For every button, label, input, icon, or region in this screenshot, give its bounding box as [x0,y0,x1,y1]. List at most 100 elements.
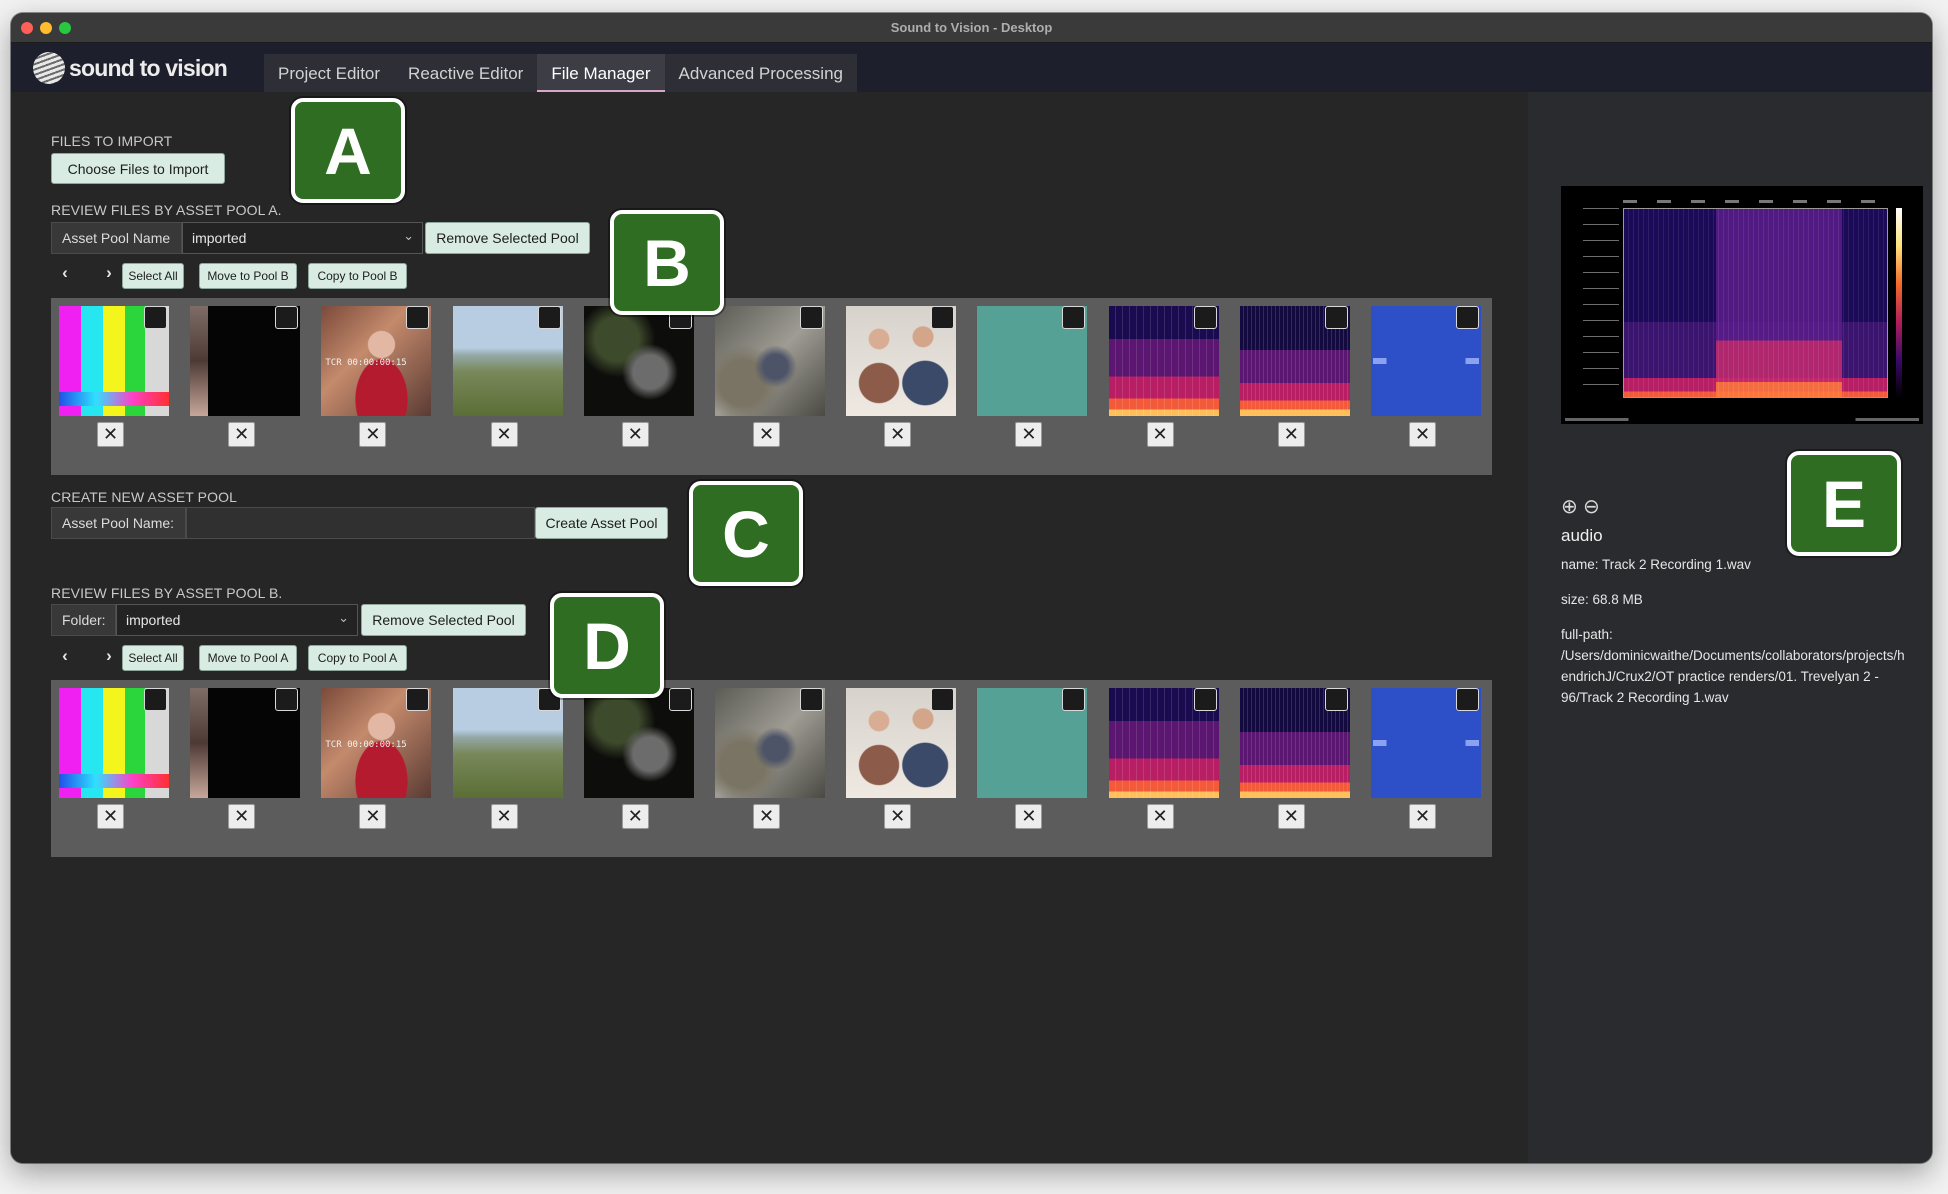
zoom-out-icon[interactable]: ⊖ [1583,494,1600,519]
file-size-text: size: 68.8 MB [1561,592,1643,607]
pool-b-thumbnail-woman-video[interactable]: TCR 00:00:00:15 [321,688,432,798]
pool-b-thumbnail-rocks[interactable] [715,688,825,798]
select-checkbox[interactable] [931,688,955,711]
remove-file-icon[interactable]: ✕ [621,422,649,447]
select-checkbox[interactable] [800,688,823,711]
spectrogram-footer [1565,418,1919,421]
pool-b-thumbnail-black-frame[interactable] [190,688,301,798]
remove-file-icon[interactable]: ✕ [228,804,256,829]
pool-a-thumbnail-color-bars[interactable] [59,306,169,416]
select-checkbox[interactable] [1193,688,1217,711]
remove-file-icon[interactable]: ✕ [97,422,124,447]
remove-file-icon[interactable]: ✕ [884,422,912,447]
tab-file-manager[interactable]: File Manager [537,54,665,92]
select-checkbox[interactable] [144,688,167,711]
remove-file-icon[interactable]: ✕ [884,804,912,829]
remove-file-icon[interactable]: ✕ [621,804,649,829]
select-checkbox[interactable] [1062,688,1086,711]
select-checkbox[interactable] [275,688,299,711]
spectrogram-x-ticks [1623,200,1888,203]
remove-file-icon[interactable]: ✕ [97,804,124,829]
pool-b-select[interactable]: imported ⌄ [116,604,358,636]
remove-file-icon[interactable]: ✕ [1409,422,1436,447]
remove-file-icon[interactable]: ✕ [359,422,387,447]
timecode-overlay: TCR 00:00:00:15 [325,740,407,750]
create-asset-pool-button[interactable]: Create Asset Pool [535,507,668,539]
select-checkbox[interactable] [406,688,430,711]
pool-a-thumbnail-spectrogram[interactable] [1239,306,1350,416]
create-pool-name-input[interactable] [186,507,535,539]
copy-to-pool-b-button[interactable]: Copy to Pool B [308,263,407,289]
tab-advanced-processing[interactable]: Advanced Processing [665,54,857,92]
pool-a-thumbnail-dark-scene[interactable] [583,306,694,416]
pool-a-prev-arrow-icon[interactable]: ‹ [55,263,75,283]
pool-a-thumbnail-teal-solid[interactable] [977,306,1088,416]
pool-b-prev-arrow-icon[interactable]: ‹ [55,646,75,666]
move-to-pool-a-button[interactable]: Move to Pool A [199,645,297,671]
remove-file-icon[interactable]: ✕ [228,422,256,447]
pool-a-thumbnail-black-frame[interactable] [190,306,301,416]
remove-file-icon[interactable]: ✕ [753,422,780,447]
file-name-text: name: Track 2 Recording 1.wav [1561,557,1751,572]
pool-b-thumbnail-spectrogram[interactable] [1239,688,1350,798]
pool-b-thumbnail-dark-scene[interactable] [583,688,694,798]
select-checkbox[interactable] [275,306,299,329]
spectrogram-preview [1561,186,1923,424]
select-checkbox[interactable] [1193,306,1217,329]
tab-project-editor[interactable]: Project Editor [264,54,394,92]
remove-file-icon[interactable]: ✕ [1015,422,1043,447]
remove-file-icon[interactable]: ✕ [753,804,780,829]
pool-a-select-all-button[interactable]: Select All [122,263,184,289]
remove-file-icon[interactable]: ✕ [1409,804,1436,829]
remove-file-icon[interactable]: ✕ [1277,422,1305,447]
select-checkbox[interactable] [144,306,167,329]
remove-file-icon[interactable]: ✕ [1146,804,1174,829]
copy-to-pool-a-button[interactable]: Copy to Pool A [308,645,407,671]
pool-a-thumbnail-spectrogram[interactable] [1108,306,1219,416]
full-path-line-3: 96/Track 2 Recording 1.wav [1561,690,1729,705]
pool-b-next-arrow-icon[interactable]: › [99,646,119,666]
pool-a-next-arrow-icon[interactable]: › [99,263,119,283]
select-checkbox[interactable] [1324,688,1348,711]
callout-b: B [610,210,724,315]
select-checkbox[interactable] [668,688,692,711]
tab-reactive-editor[interactable]: Reactive Editor [394,54,537,92]
pool-b-select-all-button[interactable]: Select All [122,645,184,671]
callout-d: D [550,593,664,698]
pool-b-thumbnail-color-bars[interactable] [59,688,169,798]
select-checkbox[interactable] [1456,306,1479,329]
pool-b-thumbnail-landscape[interactable] [452,688,563,798]
zoom-in-icon[interactable]: ⊕ [1561,494,1578,519]
full-path-line-1: /Users/dominicwaithe/Documents/collabora… [1561,648,1905,663]
select-checkbox[interactable] [406,306,430,329]
select-checkbox[interactable] [800,306,823,329]
pool-b-thumbnail-spectrogram[interactable] [1108,688,1219,798]
select-checkbox[interactable] [1324,306,1348,329]
pool-a-thumbnail-waveform[interactable] [1371,306,1481,416]
logo-text: sound to vision [69,54,228,81]
pool-b-thumbnail-office-meeting[interactable] [846,688,957,798]
spectrogram-colorbar [1896,208,1902,398]
select-checkbox[interactable] [1456,688,1479,711]
remove-file-icon[interactable]: ✕ [1146,422,1174,447]
pool-a-thumbnail-landscape[interactable] [452,306,563,416]
select-checkbox[interactable] [1062,306,1086,329]
select-checkbox[interactable] [931,306,955,329]
pool-b-thumbnail-waveform[interactable] [1371,688,1481,798]
pool-a-thumbnail-woman-video[interactable]: TCR 00:00:00:15 [321,306,432,416]
move-to-pool-b-button[interactable]: Move to Pool B [199,263,297,289]
remove-selected-pool-a-button[interactable]: Remove Selected Pool [425,222,590,254]
choose-files-button[interactable]: Choose Files to Import [51,153,225,184]
remove-file-icon[interactable]: ✕ [1277,804,1305,829]
remove-file-icon[interactable]: ✕ [1015,804,1043,829]
remove-selected-pool-b-button[interactable]: Remove Selected Pool [361,604,526,636]
pool-b-thumbnail-teal-solid[interactable] [977,688,1088,798]
remove-file-icon[interactable]: ✕ [359,804,387,829]
remove-file-icon[interactable]: ✕ [490,422,518,447]
spectrogram-plot [1623,208,1888,398]
select-checkbox[interactable] [537,306,561,329]
pool-a-thumbnail-office-meeting[interactable] [846,306,957,416]
remove-file-icon[interactable]: ✕ [490,804,518,829]
pool-a-thumbnail-rocks[interactable] [715,306,825,416]
pool-a-select[interactable]: imported ⌄ [182,222,423,254]
